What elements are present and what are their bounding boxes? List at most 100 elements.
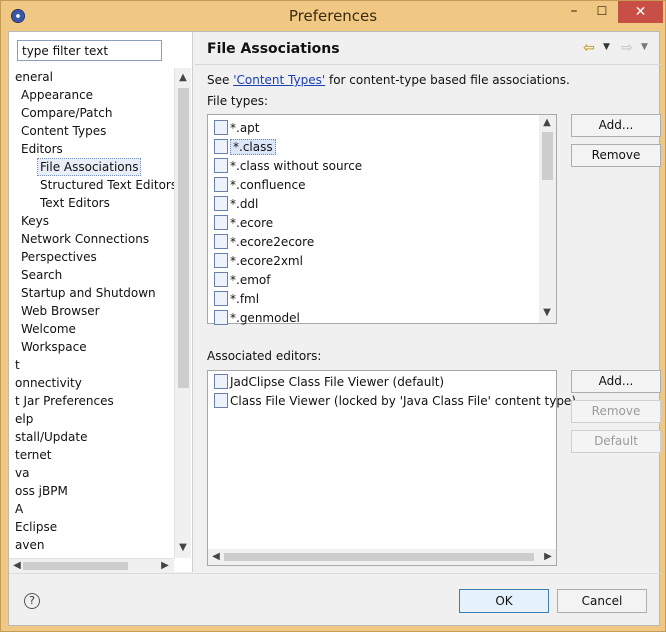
file-type-row[interactable]: *.confluence — [214, 176, 306, 195]
associated-editor-row[interactable]: JadClipse Class File Viewer (default) — [214, 373, 444, 392]
tree-item[interactable]: aven — [15, 536, 44, 554]
preferences-window: Preferences – ☐ ✕ eneralAppearanceCompar… — [0, 0, 666, 632]
tree-item[interactable]: oss jBPM — [15, 482, 68, 500]
page-description: See 'Content Types' for content-type bas… — [207, 73, 570, 87]
associated-editors-label: Associated editors: — [207, 349, 322, 363]
editors-hscroll-thumb[interactable] — [224, 553, 534, 561]
tree-item[interactable]: Keys — [21, 212, 49, 230]
filter-input[interactable] — [17, 40, 162, 61]
scroll-right-icon[interactable]: ▶ — [540, 549, 556, 565]
ddl-file-icon — [214, 196, 228, 211]
tree-item[interactable]: Structured Text Editors — [40, 176, 174, 194]
ecore-xml-icon — [214, 253, 228, 268]
tree-item[interactable]: Compare/Patch — [21, 104, 112, 122]
associated-editor-row[interactable]: Class File Viewer (locked by 'Java Class… — [214, 392, 576, 411]
scroll-left-icon[interactable]: ◀ — [208, 549, 224, 565]
tree-item[interactable]: A — [15, 500, 23, 518]
forward-menu-icon[interactable]: ▼ — [641, 42, 648, 52]
file-types-scrollbar[interactable]: ▲ ▼ — [539, 115, 556, 323]
tree-item[interactable]: Perspectives — [21, 248, 97, 266]
tree-item[interactable]: Appearance — [21, 86, 93, 104]
minimize-button[interactable]: – — [561, 1, 587, 23]
tree-item[interactable]: elp — [15, 410, 33, 428]
editors-horizontal-scrollbar[interactable]: ◀ ▶ — [208, 549, 556, 565]
tree-item[interactable]: t — [15, 356, 20, 374]
file-type-row[interactable]: *.ecore2xml — [214, 252, 303, 271]
ok-button[interactable]: OK — [459, 589, 549, 613]
tree-item[interactable]: t Jar Preferences — [15, 392, 114, 410]
page-title: File Associations — [207, 41, 340, 57]
default-editor-button[interactable]: Default — [571, 430, 661, 453]
tree-item[interactable]: eneral — [15, 68, 53, 86]
back-arrow-icon[interactable]: ⇦ — [583, 40, 595, 56]
back-menu-icon[interactable]: ▼ — [603, 42, 610, 52]
file-type-row[interactable]: *.class without source — [214, 157, 362, 176]
file-type-row[interactable]: *.fml — [214, 290, 259, 309]
file-type-row[interactable]: *.emof — [214, 271, 270, 290]
file-type-label: *.genmodel — [230, 311, 300, 325]
tree-item[interactable]: Network Connections — [21, 230, 149, 248]
ecore-icon — [214, 272, 228, 287]
add-file-type-button[interactable]: Add... — [571, 114, 661, 137]
description-text-post: for content-type based file associations… — [325, 73, 570, 87]
tree-item[interactable]: File Associations — [37, 158, 142, 176]
ecore-icon — [214, 215, 228, 230]
file-type-row[interactable]: *.class — [214, 138, 276, 157]
tree-item[interactable]: Search — [21, 266, 62, 284]
file-type-label: *.confluence — [230, 178, 306, 192]
scroll-down-icon[interactable]: ▼ — [175, 540, 191, 556]
tree-hscroll-thumb[interactable] — [23, 562, 128, 570]
title-bar[interactable]: Preferences – ☐ ✕ — [1, 1, 665, 31]
content-types-link[interactable]: 'Content Types' — [233, 73, 325, 87]
tree-item[interactable]: Eclipse — [15, 518, 57, 536]
remove-editor-button[interactable]: Remove — [571, 400, 661, 423]
file-types-scroll-thumb[interactable] — [542, 132, 553, 180]
editor-file-icon — [214, 291, 228, 306]
tree-item[interactable]: Content Types — [21, 122, 106, 140]
file-type-label: *.apt — [230, 121, 260, 135]
tree-scroll-thumb[interactable] — [178, 88, 189, 388]
file-type-label: *.class without source — [230, 159, 363, 173]
add-editor-button[interactable]: Add... — [571, 370, 661, 393]
scroll-up-icon[interactable]: ▲ — [539, 115, 555, 131]
file-type-row[interactable]: *.ddl — [214, 195, 258, 214]
file-type-row[interactable]: *.apt — [214, 119, 260, 138]
file-type-row[interactable]: *.genmodel — [214, 309, 300, 328]
tree-item[interactable]: Text Editors — [40, 194, 110, 212]
tree-item[interactable]: Startup and Shutdown — [21, 284, 156, 302]
associated-editors-list[interactable]: Class File Viewer (locked by 'Java Class… — [207, 370, 576, 566]
scroll-down-icon[interactable]: ▼ — [539, 305, 555, 321]
tree-item[interactable]: Welcome — [21, 320, 76, 338]
close-button[interactable]: ✕ — [618, 1, 663, 23]
tree-item[interactable]: Workspace — [21, 338, 87, 356]
tree-item[interactable]: stall/Update — [15, 428, 87, 446]
forward-arrow-icon[interactable]: ⇨ — [621, 40, 633, 56]
file-type-label: *.fml — [230, 292, 260, 306]
scroll-right-icon[interactable]: ▶ — [157, 558, 173, 574]
tree-item[interactable]: va — [15, 464, 29, 482]
genmodel-icon — [214, 310, 228, 325]
editor-file-icon — [214, 177, 228, 192]
tree-item[interactable]: ternet — [15, 446, 52, 464]
remove-file-type-button[interactable]: Remove — [571, 144, 661, 167]
file-type-row[interactable]: *.ecore — [214, 214, 273, 233]
file-type-label: *.ddl — [230, 197, 259, 211]
tree-vertical-scrollbar[interactable]: ▲ ▼ — [174, 68, 191, 558]
help-icon[interactable]: ? — [24, 593, 40, 609]
cancel-button[interactable]: Cancel — [557, 589, 647, 613]
maximize-button[interactable]: ☐ — [589, 1, 615, 23]
class-file-icon — [214, 374, 228, 389]
tree-item[interactable]: Editors — [21, 140, 63, 158]
dialog-body: eneralAppearanceCompare/PatchContent Typ… — [8, 31, 661, 626]
footer-divider — [9, 573, 661, 574]
scroll-up-icon[interactable]: ▲ — [175, 70, 191, 86]
file-types-list[interactable]: *.genmodel *.fml *.emof *.ecore2xml *.ecore2… — [207, 114, 557, 325]
tree-horizontal-scrollbar[interactable]: ◀ ▶ — [9, 558, 174, 572]
preference-page: File Associations ⇦ ▼ ⇨ ▼ See 'Content T… — [195, 32, 661, 572]
ecore-mapping-icon — [214, 234, 228, 249]
file-type-row[interactable]: *.ecore2ecore — [214, 233, 314, 252]
tree-item[interactable]: onnectivity — [15, 374, 82, 392]
file-types-label: File types: — [207, 94, 268, 108]
class-file-icon — [214, 139, 228, 154]
tree-item[interactable]: Web Browser — [21, 302, 100, 320]
